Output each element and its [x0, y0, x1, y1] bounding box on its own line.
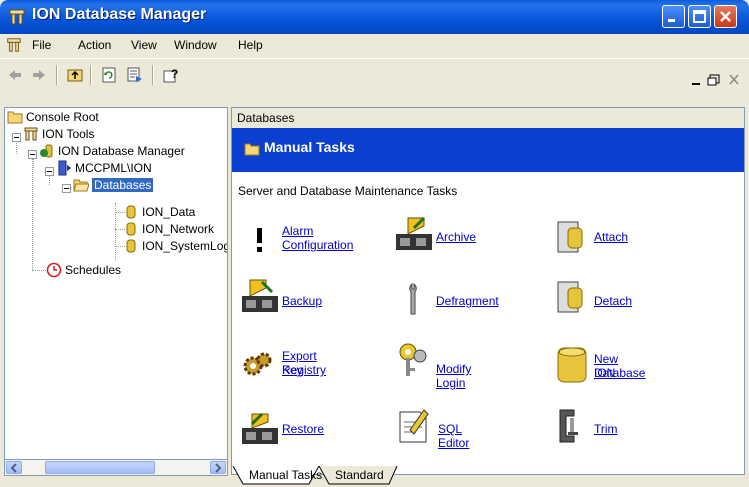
taskpad-title: Manual Tasks: [264, 139, 355, 155]
title-bar[interactable]: ION Database Manager: [0, 0, 749, 34]
detach-icon: [557, 281, 583, 313]
scroll-left-button[interactable]: [6, 461, 22, 474]
menu-help[interactable]: Help: [238, 38, 263, 52]
menu-action[interactable]: Action: [78, 38, 111, 52]
maximize-button[interactable]: [688, 5, 711, 28]
taskpad-tabs: Manual Tasks Standard: [231, 466, 745, 487]
taskpad-banner: Manual Tasks: [232, 128, 744, 172]
tree-node-ion-data[interactable]: ION_Data: [123, 204, 195, 220]
expander-databases[interactable]: [62, 184, 71, 193]
expander-ion-database-manager[interactable]: [28, 150, 37, 159]
scroll-thumb[interactable]: [45, 461, 155, 474]
close-button[interactable]: [714, 5, 737, 28]
expander-ion-tools[interactable]: [12, 133, 21, 142]
keys-icon: [399, 343, 427, 376]
minimize-button[interactable]: [662, 5, 685, 28]
ion-tools-icon: [24, 127, 38, 141]
tree-pane[interactable]: Console Root ION Tools ION Database Mana…: [4, 107, 228, 475]
svg-text:?: ?: [171, 67, 178, 81]
window-title: ION Database Manager: [32, 6, 207, 23]
maximize-icon: [693, 10, 706, 23]
forward-arrow-icon[interactable]: [30, 66, 48, 84]
tree-node-ion-database-manager[interactable]: ION Database Manager: [39, 143, 185, 159]
menu-view[interactable]: View: [131, 38, 157, 52]
scroll-right-button[interactable]: [210, 461, 226, 474]
clock-icon: [46, 262, 62, 278]
up-folder-icon[interactable]: [66, 66, 84, 84]
app-window: ION Database Manager File Action View Wi…: [0, 0, 749, 487]
tree-node-databases[interactable]: Databases: [73, 177, 154, 193]
export-list-icon[interactable]: [126, 66, 144, 84]
folder-icon: [7, 111, 23, 124]
folder-icon: [244, 143, 260, 156]
tree-node-ion-systemlog[interactable]: ION_SystemLog: [123, 238, 227, 254]
database-icon: [126, 239, 136, 253]
expander-server[interactable]: [45, 167, 54, 176]
chevron-right-icon: [215, 463, 222, 473]
tree-node-server[interactable]: MCCPML\ION: [56, 160, 152, 176]
database-manager-icon: [40, 144, 53, 158]
server-icon: [58, 160, 71, 176]
wrench-icon: [409, 282, 417, 315]
tree-node-schedules[interactable]: Schedules: [46, 262, 121, 278]
mmc-doc-icon[interactable]: [6, 37, 22, 53]
database-icon: [126, 222, 136, 236]
help-icon[interactable]: ?: [162, 66, 180, 84]
sql-editor-icon: [399, 409, 429, 443]
tree-node-console-root[interactable]: Console Root: [7, 109, 99, 125]
pane-header: Databases: [232, 108, 744, 128]
tree-node-ion-tools[interactable]: ION Tools: [23, 126, 94, 142]
section-label: Server and Database Maintenance Tasks: [238, 184, 458, 198]
tab-standard[interactable]: Standard: [335, 466, 384, 484]
back-arrow-icon[interactable]: [6, 66, 24, 84]
menu-bar: File Action View Window Help: [0, 34, 749, 86]
refresh-icon[interactable]: [100, 66, 118, 84]
menu-window[interactable]: Window: [174, 38, 217, 52]
backup-icon: [242, 279, 278, 312]
restore-icon: [242, 412, 278, 444]
taskpad-pane: Databases Manual Tasks Server and Databa…: [231, 107, 745, 475]
exclamation-icon: [257, 228, 262, 252]
menu-file[interactable]: File: [32, 38, 51, 52]
tab-manual-tasks[interactable]: Manual Tasks: [249, 466, 322, 484]
ion-app-icon: [9, 9, 25, 25]
database-icon: [126, 205, 136, 219]
open-folder-icon: [73, 179, 89, 192]
clamp-icon: [559, 409, 578, 443]
attach-icon: [557, 221, 583, 253]
gears-icon: [243, 352, 272, 376]
database-cylinder-icon: [557, 347, 587, 383]
minimize-icon: [668, 19, 675, 22]
archive-icon: [396, 216, 432, 250]
tree-node-ion-network[interactable]: ION_Network: [123, 221, 214, 237]
tree-horizontal-scrollbar[interactable]: [4, 459, 228, 476]
close-icon: [720, 11, 731, 22]
chevron-left-icon: [10, 463, 17, 473]
toolbar: ?: [0, 58, 749, 91]
